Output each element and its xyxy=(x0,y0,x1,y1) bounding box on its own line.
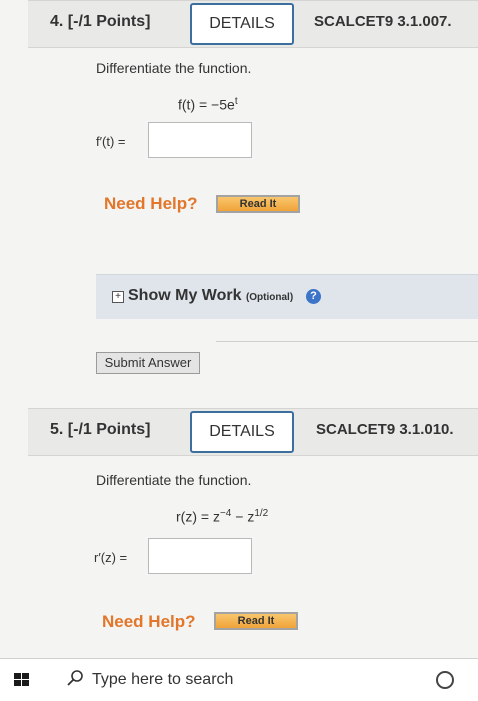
question-5-number: 5. [-/1 Points] xyxy=(50,421,151,438)
show-my-work-label: Show My Work (Optional) xyxy=(128,287,294,304)
question-4-details-button[interactable]: DETAILS xyxy=(190,3,294,45)
question-4-code: SCALCET9 3.1.007. xyxy=(314,13,452,30)
question-5-header: 5. [-/1 Points] DETAILS SCALCET9 3.1.010… xyxy=(28,408,478,456)
question-4-read-it-button[interactable]: Read It xyxy=(216,195,300,213)
question-4-function: f(t) = −5et xyxy=(178,96,238,113)
help-icon[interactable]: ? xyxy=(306,289,321,304)
question-4-answer-label: f′(t) = xyxy=(96,134,126,149)
question-5-need-help: Need Help? xyxy=(102,612,196,631)
question-5-answer-label: r′(z) = xyxy=(94,550,128,565)
show-my-work-section[interactable]: + Show My Work (Optional) ? xyxy=(96,274,478,319)
question-5-details-button[interactable]: DETAILS xyxy=(190,411,294,453)
windows-start-icon[interactable] xyxy=(14,673,30,687)
expand-plus-icon[interactable]: + xyxy=(112,291,124,303)
question-5-read-it-button[interactable]: Read It xyxy=(214,612,298,630)
question-5-instruction: Differentiate the function. xyxy=(96,472,252,488)
question-5-answer-input[interactable] xyxy=(148,538,252,574)
search-icon xyxy=(67,670,83,686)
question-4-instruction: Differentiate the function. xyxy=(96,60,252,76)
cortana-icon[interactable] xyxy=(436,671,454,689)
question-4-header: 4. [-/1 Points] DETAILS SCALCET9 3.1.007… xyxy=(28,0,478,48)
question-5-function: r(z) = z−4 − z1/2 xyxy=(176,508,269,525)
question-4-need-help: Need Help? xyxy=(104,194,198,213)
question-4-number: 4. [-/1 Points] xyxy=(50,13,151,30)
question-4-answer-input[interactable] xyxy=(148,122,252,158)
assignment-page: 4. [-/1 Points] DETAILS SCALCET9 3.1.007… xyxy=(0,0,478,658)
submit-answer-button[interactable]: Submit Answer xyxy=(96,352,200,374)
taskbar: Type here to search xyxy=(0,658,478,701)
taskbar-search-input[interactable]: Type here to search xyxy=(92,671,233,689)
question-5-code: SCALCET9 3.1.010. xyxy=(316,421,454,438)
divider xyxy=(216,341,478,342)
